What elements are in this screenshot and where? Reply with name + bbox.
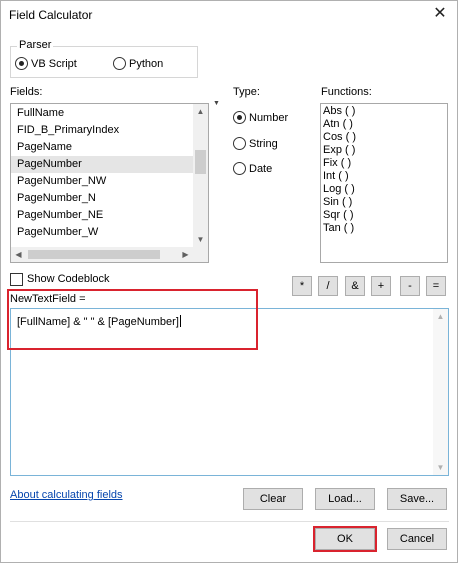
type-date-radio[interactable]: Date [233, 162, 272, 175]
fields-vertical-scrollbar[interactable]: ▲ ▼ [193, 104, 208, 262]
scroll-left-icon[interactable]: ◀ [11, 247, 26, 262]
highlight-ok-annotation [313, 526, 377, 552]
operator-equals-button[interactable]: = [426, 276, 446, 296]
horizontal-scroll-thumb[interactable] [28, 250, 160, 259]
radio-checked-icon [15, 57, 28, 70]
operator-divide-button[interactable]: / [318, 276, 338, 296]
cancel-button[interactable]: Cancel [387, 528, 447, 550]
field-item-pagename[interactable]: PageName [11, 139, 208, 156]
functions-list[interactable]: Abs ( ) Atn ( ) Cos ( ) Exp ( ) Fix ( ) … [320, 103, 448, 263]
field-item-fid-b-primaryindex[interactable]: FID_B_PrimaryIndex [11, 122, 208, 139]
field-item-pagenumber[interactable]: PageNumber [11, 156, 208, 173]
radio-unchecked-icon [233, 162, 246, 175]
type-string-radio[interactable]: String [233, 137, 278, 150]
window-title: Field Calculator [9, 8, 93, 22]
parser-vbscript-radio[interactable]: VB Script [15, 57, 77, 70]
highlight-expression-annotation [7, 289, 258, 350]
scroll-up-icon[interactable]: ▲ [193, 104, 208, 119]
function-item-tan[interactable]: Tan ( ) [321, 222, 447, 235]
type-number-radio[interactable]: Number [233, 111, 288, 124]
scroll-up-icon[interactable]: ▲ [433, 309, 448, 324]
operator-minus-button[interactable]: - [400, 276, 420, 296]
functions-label: Functions: [321, 86, 372, 98]
parser-python-radio[interactable]: Python [113, 57, 163, 70]
fields-list[interactable]: FullName FID_B_PrimaryIndex PageName Pag… [10, 103, 209, 263]
show-codeblock-label: Show Codeblock [27, 273, 110, 285]
fields-label: Fields: [10, 86, 43, 98]
function-item-exp[interactable]: Exp ( ) [321, 144, 447, 157]
scroll-right-icon[interactable]: ▶ [178, 247, 193, 262]
radio-unchecked-icon [233, 137, 246, 150]
type-string-label: String [249, 137, 278, 150]
parser-vbscript-label: VB Script [31, 57, 77, 70]
function-item-sin[interactable]: Sin ( ) [321, 196, 447, 209]
type-label: Type: [233, 86, 260, 98]
scroll-down-icon[interactable]: ▼ [193, 232, 208, 247]
type-number-label: Number [249, 111, 289, 124]
show-codeblock-checkbox[interactable] [10, 273, 23, 286]
operator-concat-button[interactable]: & [345, 276, 365, 296]
field-item-pagenumber-ne[interactable]: PageNumber_NE [11, 207, 208, 224]
title-bar: Field Calculator ✕ [1, 1, 457, 29]
close-button[interactable]: ✕ [429, 3, 451, 25]
function-item-log[interactable]: Log ( ) [321, 183, 447, 196]
function-item-fix[interactable]: Fix ( ) [321, 157, 447, 170]
function-item-abs[interactable]: Abs ( ) [321, 105, 447, 118]
expression-vertical-scrollbar[interactable]: ▲ ▼ [433, 309, 448, 475]
field-item-fullname[interactable]: FullName [11, 105, 208, 122]
type-date-label: Date [249, 162, 273, 175]
close-icon: ✕ [433, 5, 447, 22]
field-item-pagenumber-nw[interactable]: PageNumber_NW [11, 173, 208, 190]
separator [10, 521, 449, 522]
field-item-pagenumber-n[interactable]: PageNumber_N [11, 190, 208, 207]
radio-checked-icon [233, 111, 246, 124]
field-item-pagenumber-w[interactable]: PageNumber_W [11, 224, 208, 241]
save-button[interactable]: Save... [387, 488, 447, 510]
function-item-cos[interactable]: Cos ( ) [321, 131, 447, 144]
function-item-atn[interactable]: Atn ( ) [321, 118, 447, 131]
about-calculating-fields-link[interactable]: About calculating fields [10, 489, 123, 501]
radio-unchecked-icon [113, 57, 126, 70]
scroll-down-icon[interactable]: ▼ [433, 460, 448, 475]
load-button[interactable]: Load... [315, 488, 375, 510]
function-item-int[interactable]: Int ( ) [321, 170, 447, 183]
operator-multiply-button[interactable]: * [292, 276, 312, 296]
field-calculator-dialog: Field Calculator ✕ Parser VB Script Pyth… [0, 0, 458, 563]
parser-label: Parser [17, 39, 54, 51]
parser-python-label: Python [129, 57, 164, 70]
operator-plus-button[interactable]: + [371, 276, 391, 296]
fields-horizontal-scrollbar[interactable]: ◀ ▶ [11, 247, 193, 262]
function-item-sqr[interactable]: Sqr ( ) [321, 209, 447, 222]
clear-button[interactable]: Clear [243, 488, 303, 510]
sort-arrow-icon[interactable]: ▼ [213, 100, 220, 107]
scroll-thumb[interactable] [195, 150, 206, 174]
